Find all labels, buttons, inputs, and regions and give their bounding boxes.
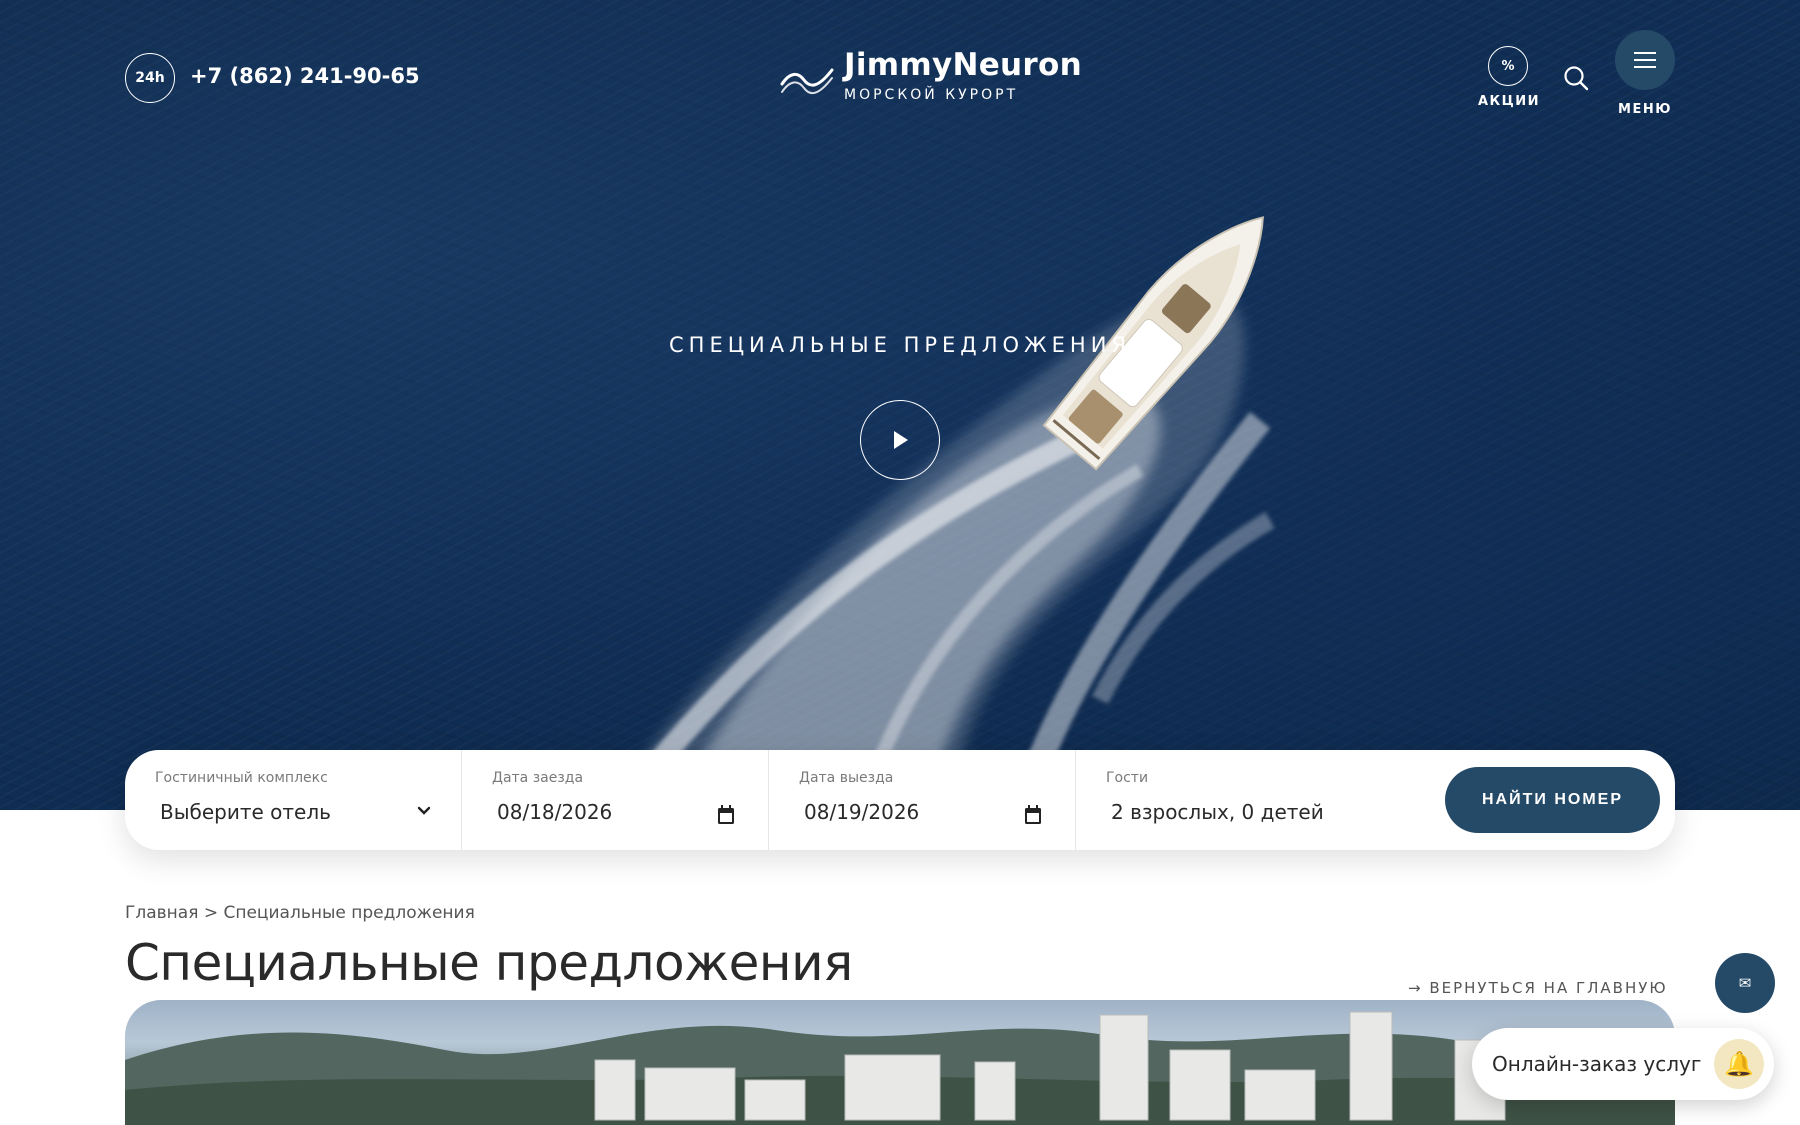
logo-subtitle: МОРСКОЙ КУРОРТ — [844, 87, 1019, 103]
find-room-button[interactable]: НАЙТИ НОМЕР — [1445, 767, 1660, 833]
online-order-label: Онлайн-заказ услуг — [1492, 1052, 1702, 1076]
promotions-label: АКЦИИ — [1478, 94, 1541, 109]
search-icon[interactable] — [1562, 64, 1590, 92]
checkout-date-field[interactable]: Дата выезда 08/19/2026 — [769, 750, 1076, 850]
menu-button[interactable]: МЕНЮ — [1614, 30, 1676, 117]
play-video-button[interactable] — [860, 400, 940, 480]
checkin-label: Дата заезда — [492, 770, 584, 786]
play-icon — [894, 431, 908, 449]
checkout-value: 08/19/2026 — [804, 800, 920, 824]
calendar-icon[interactable] — [1024, 805, 1042, 825]
breadcrumb[interactable]: Главная > Специальные предложения — [125, 903, 475, 923]
checkout-label: Дата выезда — [799, 770, 894, 786]
checkin-date-field[interactable]: Дата заезда 08/18/2026 — [462, 750, 769, 850]
calendar-icon[interactable] — [717, 805, 735, 825]
hotel-select-label: Гостиничный комплекс — [155, 770, 328, 786]
guests-label: Гости — [1106, 770, 1149, 786]
online-order-widget[interactable]: Онлайн-заказ услуг 🔔 — [1472, 1028, 1774, 1100]
menu-label: МЕНЮ — [1618, 102, 1672, 117]
resort-banner-image — [125, 1000, 1675, 1125]
phone-link[interactable]: +7 (862) 241-90-65 — [190, 64, 420, 88]
percent-icon: % — [1488, 46, 1528, 86]
logo-text: JimmyNeuron МОРСКОЙ КУРОРТ — [844, 48, 1082, 103]
hamburger-icon — [1615, 30, 1675, 90]
back-to-home-link[interactable]: → ВЕРНУТЬСЯ НА ГЛАВНУЮ — [1408, 979, 1668, 997]
promotions-button[interactable]: % АКЦИИ — [1478, 46, 1541, 109]
booking-form: Гостиничный комплекс Выберите отель Дата… — [125, 750, 1675, 850]
hero-title: СПЕЦИАЛЬНЫЕ ПРЕДЛОЖЕНИЯ — [669, 333, 1131, 357]
checkin-value: 08/18/2026 — [497, 800, 613, 824]
guests-value: 2 взрослых, 0 детей — [1111, 800, 1324, 824]
coastline-illustration — [125, 1011, 1675, 1125]
hotel-select[interactable]: Гостиничный комплекс Выберите отель — [125, 750, 462, 850]
page-title: Специальные предложения — [125, 934, 853, 992]
24h-badge-icon: 24h — [125, 53, 175, 103]
hero-section: 24h +7 (862) 241-90-65 JimmyNeuron МОРСК… — [0, 0, 1800, 810]
chevron-down-icon — [417, 806, 431, 815]
mail-icon[interactable]: ✉ — [1715, 953, 1775, 1013]
bell-icon: 🔔 — [1714, 1039, 1764, 1089]
guests-field[interactable]: Гости 2 взрослых, 0 детей — [1076, 750, 1436, 850]
logo-name: JimmyNeuron — [844, 47, 1082, 83]
wave-logo-icon — [780, 68, 834, 95]
hotel-select-value: Выберите отель — [160, 800, 331, 824]
site-logo[interactable]: JimmyNeuron МОРСКОЙ КУРОРТ — [780, 48, 1082, 108]
